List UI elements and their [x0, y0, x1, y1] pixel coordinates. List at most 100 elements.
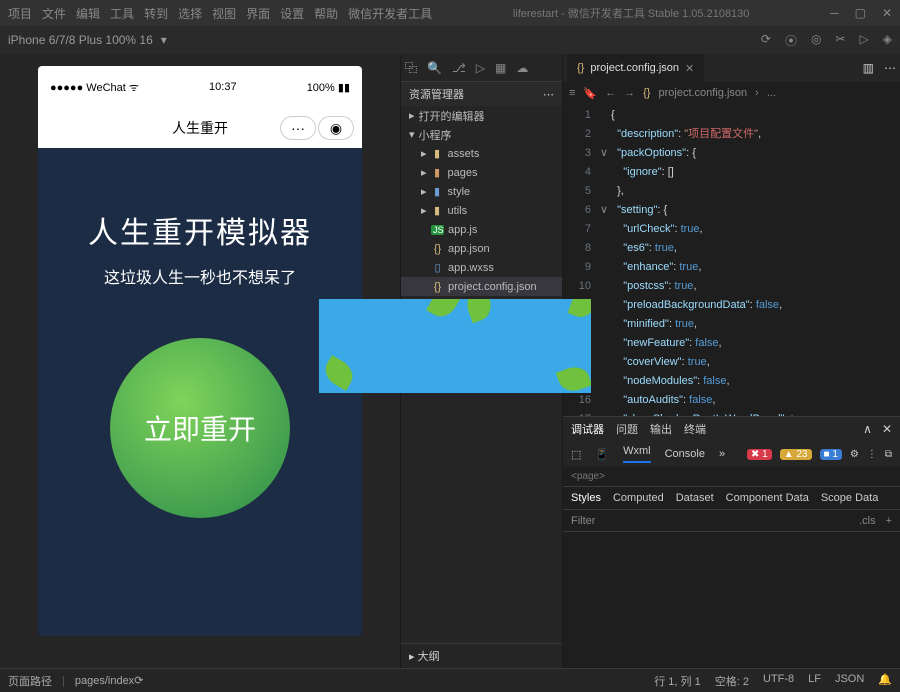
style-filter[interactable]: Filter — [571, 515, 595, 527]
device-dropdown-icon[interactable]: ▾ — [161, 33, 167, 47]
debug-tab-output[interactable]: 输出 — [650, 421, 672, 437]
debug-panel: 调试器 问题 输出 终端 ∧ ✕ ⬚ 📱 Wxml Console » — [563, 416, 900, 668]
status-lncol[interactable]: 行 1, 列 1 — [654, 673, 700, 689]
file-app-wxss[interactable]: ▯ app.wxss — [401, 258, 562, 277]
menu-ui[interactable]: 界面 — [246, 5, 270, 22]
tab-close-icon[interactable]: ✕ — [685, 62, 694, 75]
bookmark2-icon[interactable]: 🔖 — [583, 87, 597, 100]
cls-toggle[interactable]: .cls — [859, 515, 876, 527]
debug-icon[interactable]: ▷ — [476, 61, 485, 75]
folder-assets[interactable]: ▸ ▮ assets — [401, 144, 562, 163]
phone-statusbar: ●●●●● WeChat ᯤ 10:37 100% ▮▮ — [38, 66, 362, 108]
folder-utils[interactable]: ▸ ▮ utils — [401, 201, 562, 220]
floating-banner — [319, 299, 591, 393]
file-app-js[interactable]: JS app.js — [401, 220, 562, 239]
cloud-icon[interactable]: ☁ — [516, 61, 528, 75]
debug-tab-problems[interactable]: 问题 — [616, 421, 638, 437]
bookmark-icon[interactable]: ≡ — [569, 87, 575, 99]
more-tabs-icon[interactable]: » — [719, 448, 725, 460]
menu-edit[interactable]: 编辑 — [76, 5, 100, 22]
restart-button[interactable]: 立即重开 — [110, 338, 290, 518]
project-root[interactable]: ▾ 小程序 — [401, 125, 562, 144]
add-style-icon[interactable]: + — [886, 515, 892, 527]
outline-section[interactable]: ▸ 大纲 — [401, 643, 562, 668]
panel-close-icon[interactable]: ✕ — [882, 422, 892, 436]
file-project-config[interactable]: {} project.config.json — [401, 277, 562, 296]
status-refresh-icon[interactable]: ⟳ — [134, 674, 143, 687]
info-badge[interactable]: ■ 1 — [820, 449, 842, 460]
target-icon[interactable]: ⦿ — [785, 32, 797, 49]
scopedata-tab[interactable]: Scope Data — [821, 492, 878, 504]
folder-pages[interactable]: ▸ ▮ pages — [401, 163, 562, 182]
status-encoding[interactable]: UTF-8 — [763, 673, 794, 689]
menu-select[interactable]: 选择 — [178, 5, 202, 22]
files-icon[interactable]: ⿻ — [405, 59, 417, 76]
misc-icon[interactable]: ◈ — [883, 32, 892, 49]
send-icon[interactable]: ▷ — [860, 32, 869, 49]
editor-tabbar: {}project.config.json✕ ▥ ⋯ — [563, 54, 900, 82]
capsule-close-icon[interactable]: ◉ — [318, 116, 354, 140]
cut-icon[interactable]: ✂ — [835, 32, 845, 49]
file-app-json[interactable]: {} app.json — [401, 239, 562, 258]
more-icon[interactable]: ⋯ — [543, 88, 554, 101]
menu-goto[interactable]: 转到 — [144, 5, 168, 22]
close-icon[interactable]: ✕ — [882, 6, 892, 20]
ext-icon[interactable]: ▦ — [495, 61, 506, 75]
kebab-icon[interactable]: ⋮ — [867, 449, 877, 460]
console-tab[interactable]: Console — [665, 448, 705, 460]
status-lang[interactable]: JSON — [835, 673, 864, 689]
code-editor[interactable]: 12345678910111213141516171819 ∨∨ { "desc… — [563, 104, 900, 416]
status-indent[interactable]: 空格: 2 — [715, 673, 749, 689]
menu-wechat-devtools[interactable]: 微信开发者工具 — [348, 5, 432, 22]
dock-icon[interactable]: ⧉ — [885, 449, 892, 460]
folder-style[interactable]: ▸ ▮ style — [401, 182, 562, 201]
split-icon[interactable]: ▥ — [863, 61, 874, 75]
bell-icon[interactable]: 🔔 — [878, 673, 892, 689]
styles-tab[interactable]: Styles — [571, 492, 601, 504]
menu-settings[interactable]: 设置 — [280, 5, 304, 22]
editor-tab-active[interactable]: {}project.config.json✕ — [567, 54, 704, 82]
maximize-icon[interactable]: ▢ — [855, 6, 866, 20]
menu-help[interactable]: 帮助 — [314, 5, 338, 22]
componentdata-tab[interactable]: Component Data — [726, 492, 809, 504]
settings-icon[interactable]: ⚙ — [850, 449, 859, 460]
search-icon[interactable]: 🔍 — [427, 61, 442, 75]
device-selector[interactable]: iPhone 6/7/8 Plus 100% 16 — [8, 33, 153, 47]
page-element[interactable]: <page> — [563, 467, 900, 486]
nav-fwd-icon[interactable]: → — [624, 87, 635, 99]
status-page-path[interactable]: pages/index — [75, 675, 134, 687]
nav-back-icon[interactable]: ← — [605, 87, 616, 99]
phone-preview: ●●●●● WeChat ᯤ 10:37 100% ▮▮ 人生重开 ··· ◉ … — [38, 66, 362, 636]
breadcrumb-extra: ... — [767, 87, 776, 99]
debug-tab-debugger[interactable]: 调试器 — [571, 421, 604, 437]
device-toggle-icon[interactable]: 📱 — [595, 448, 609, 461]
debug-tab-terminal[interactable]: 终端 — [684, 421, 706, 437]
menu-view[interactable]: 视图 — [212, 5, 236, 22]
minimize-icon[interactable]: ─ — [830, 6, 839, 20]
breadcrumb: ≡ 🔖 ← → {} project.config.json › ... — [563, 82, 900, 104]
status-carrier: ●●●●● WeChat ᯤ — [50, 80, 139, 95]
capsule-menu-icon[interactable]: ··· — [280, 116, 316, 140]
window-title: liferestart - 微信开发者工具 Stable 1.05.210813… — [444, 5, 818, 21]
breadcrumb-file[interactable]: project.config.json — [658, 87, 747, 99]
status-bar: 页面路径 | pages/index ⟳ 行 1, 列 1 空格: 2 UTF-… — [0, 668, 900, 692]
computed-tab[interactable]: Computed — [613, 492, 664, 504]
menu-tool[interactable]: 工具 — [110, 5, 134, 22]
menu-file[interactable]: 文件 — [42, 5, 66, 22]
status-eol[interactable]: LF — [808, 673, 821, 689]
error-badge[interactable]: ✖ 1 — [747, 449, 772, 460]
git-icon[interactable]: ⎇ — [452, 61, 466, 75]
wxml-tab[interactable]: Wxml — [623, 445, 651, 463]
record-icon[interactable]: ◎ — [811, 32, 821, 49]
open-editors[interactable]: ▸ 打开的编辑器 — [401, 106, 562, 125]
warning-badge[interactable]: ▲ 23 — [780, 449, 812, 460]
dataset-tab[interactable]: Dataset — [676, 492, 714, 504]
inspect-icon[interactable]: ⬚ — [571, 448, 581, 461]
rotate-icon[interactable]: ⟳ — [761, 32, 771, 49]
panel-up-icon[interactable]: ∧ — [863, 422, 872, 436]
window-controls: ─ ▢ ✕ — [830, 6, 892, 20]
editor-more-icon[interactable]: ⋯ — [884, 61, 896, 75]
editor-panel: {}project.config.json✕ ▥ ⋯ ≡ 🔖 ← → {} pr… — [562, 54, 900, 668]
status-time: 10:37 — [209, 81, 237, 93]
menu-project[interactable]: 项目 — [8, 5, 32, 22]
